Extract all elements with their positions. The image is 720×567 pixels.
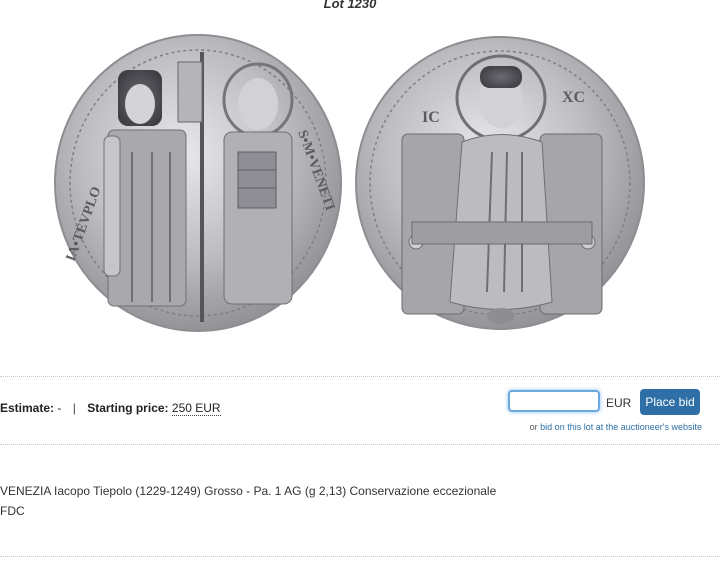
divider-middle (0, 444, 720, 445)
estimate-value: - (57, 401, 62, 415)
description-line: VENEZIA Iacopo Tiepolo (1229-1249) Gross… (0, 484, 497, 498)
starting-price-value[interactable]: 250 EUR (171, 401, 221, 416)
currency-label: EUR (606, 396, 632, 410)
coin-obverse: S•M•VENETI IA•TEVPLO (54, 34, 342, 332)
auctioneer-bid-note: or bid on this lot at the auctioneer's w… (530, 422, 702, 432)
lot-description: VENEZIA Iacopo Tiepolo (1229-1249) Gross… (0, 481, 496, 521)
auctioneer-website-link[interactable]: bid on this lot at the auctioneer's webs… (540, 422, 702, 432)
svg-text:XC: XC (562, 89, 585, 106)
lot-title: Lot 1230 (323, 0, 377, 11)
price-row: Estimate: - | Starting price: 250 EUR (0, 401, 221, 416)
starting-price-label: Starting price: (87, 401, 169, 415)
bid-amount-input[interactable] (508, 390, 600, 412)
coin-reverse: IC XC (355, 36, 645, 330)
svg-text:IC: IC (422, 109, 440, 126)
place-bid-button[interactable]: Place bid (640, 389, 700, 415)
bid-note-prefix: or (529, 422, 538, 432)
estimate-label: Estimate: (0, 401, 55, 415)
divider-top (0, 376, 720, 377)
coin-image[interactable]: S•M•VENETI IA•TEVPLO IC XC (52, 32, 650, 334)
divider-bottom (0, 556, 720, 557)
price-separator: | (72, 401, 76, 415)
description-grade: FDC (0, 504, 25, 518)
